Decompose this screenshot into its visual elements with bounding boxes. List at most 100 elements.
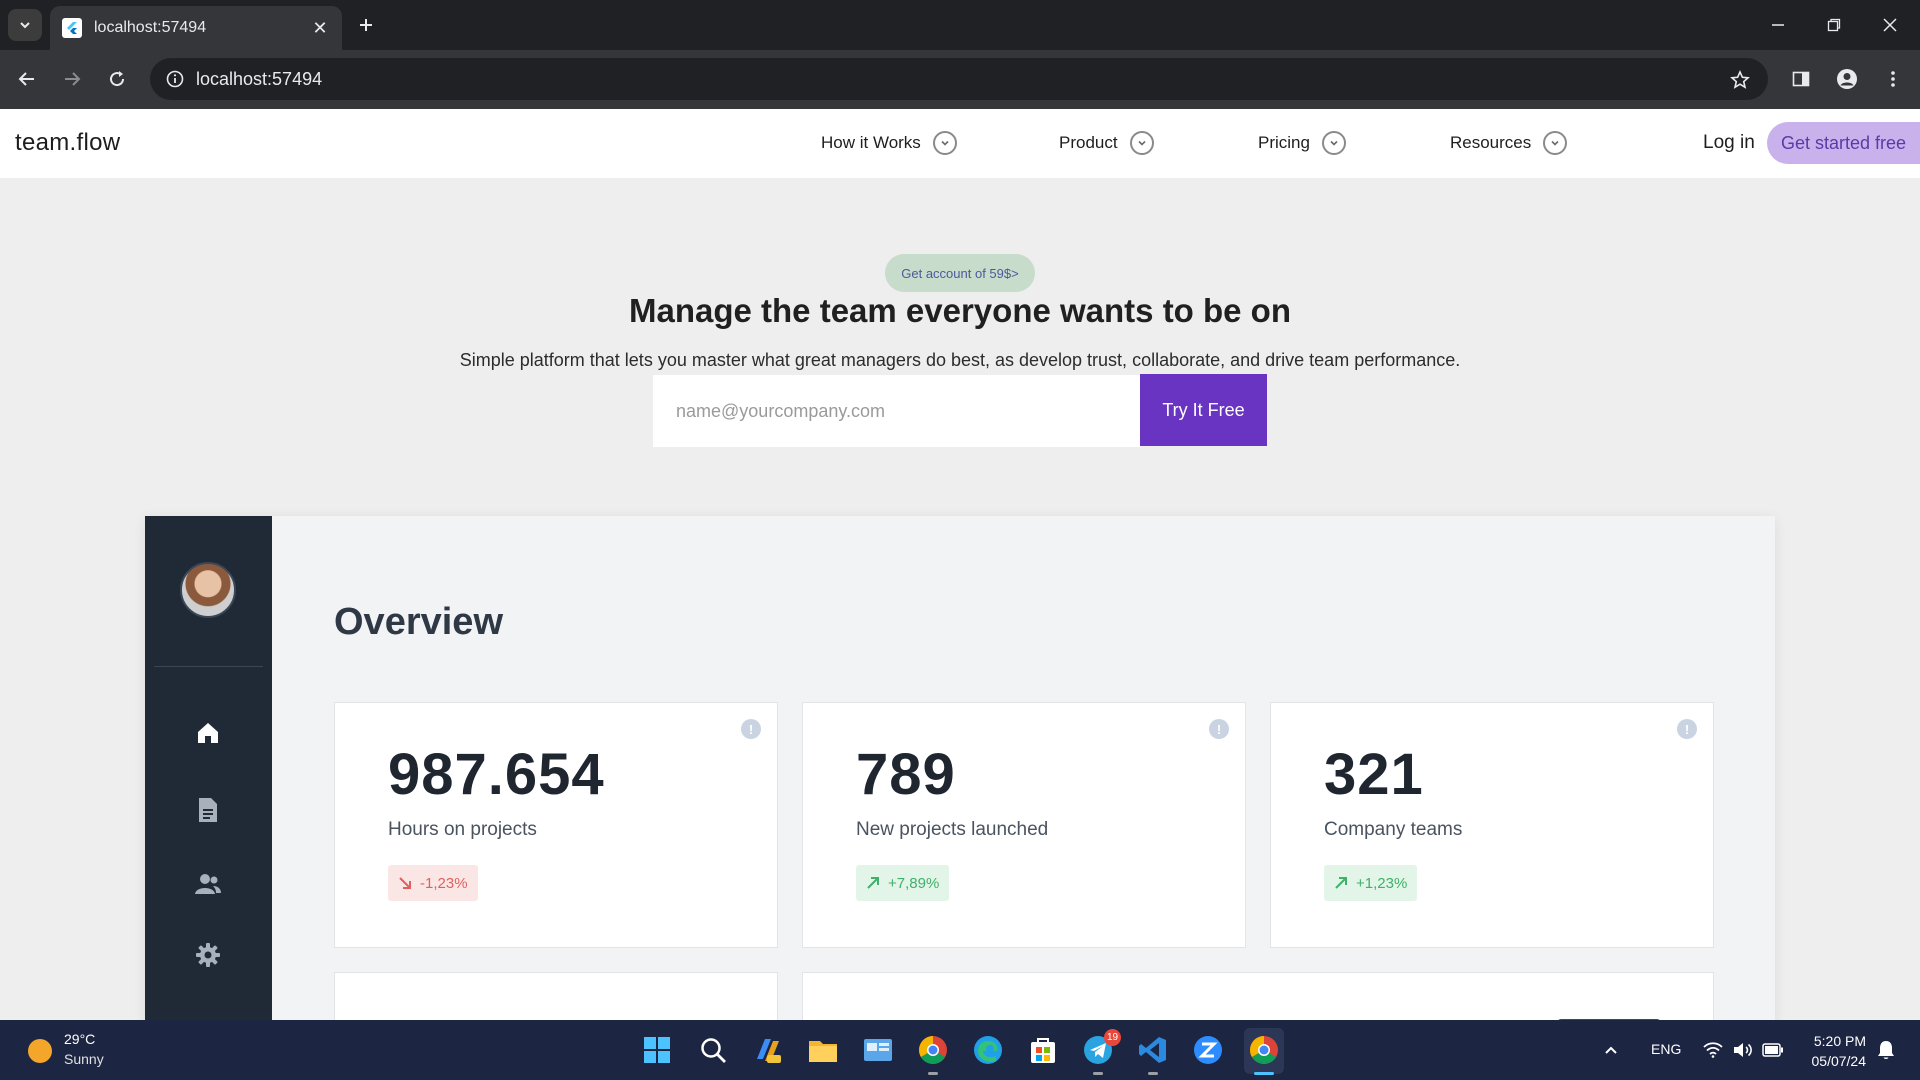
arrow-right-icon (65, 72, 81, 86)
weather-condition[interactable]: Sunny (64, 1051, 104, 1067)
nav-label: Pricing (1258, 133, 1310, 152)
file-explorer-icon[interactable] (806, 1033, 840, 1067)
avatar[interactable] (180, 562, 236, 618)
flutter-favicon-icon (62, 18, 82, 38)
browser-tab-bar: localhost:57494 ✕ (0, 0, 1920, 50)
show-hidden-icons-chevron-up-icon[interactable] (1601, 1033, 1621, 1067)
browser-toolbar: localhost:57494 (0, 50, 1920, 109)
stat-delta-badge: -1,23% (388, 865, 478, 901)
forward-button[interactable] (57, 64, 87, 94)
reload-button[interactable] (102, 64, 132, 94)
tab-search-button[interactable] (8, 9, 42, 41)
restore-button[interactable] (1821, 12, 1847, 38)
microsoft-store-icon[interactable] (1026, 1033, 1060, 1067)
back-button[interactable] (12, 64, 42, 94)
copilot-icon[interactable] (751, 1033, 785, 1067)
stat-card-hours: ! 987.654 Hours on projects -1,23% (334, 702, 778, 948)
chrome-icon[interactable] (916, 1033, 950, 1075)
nav-label: How it Works (821, 133, 921, 152)
browser-tab[interactable]: localhost:57494 ✕ (50, 6, 342, 50)
document-icon[interactable] (194, 796, 222, 824)
reload-icon (110, 71, 125, 87)
vscode-icon[interactable] (1136, 1033, 1170, 1075)
users-icon[interactable] (194, 870, 222, 898)
arrow-left-icon (18, 72, 34, 86)
clock-time: 5:20 PM (1813, 1033, 1866, 1049)
clock-date: 05/07/24 (1811, 1053, 1867, 1069)
arrow-down-right-icon (399, 877, 411, 889)
tab-close-icon[interactable]: ✕ (310, 18, 330, 39)
nav-resources[interactable]: Resources (1450, 131, 1568, 155)
home-icon[interactable] (194, 719, 222, 747)
restore-icon (1827, 18, 1841, 32)
search-icon[interactable] (696, 1033, 730, 1067)
browser-menu-button[interactable] (1878, 64, 1908, 94)
running-indicator (1093, 1072, 1103, 1075)
notification-badge: 19 (1104, 1029, 1121, 1046)
language-indicator[interactable]: ENG (1651, 1041, 1681, 1057)
lower-card-right (802, 972, 1714, 1020)
more-vertical-icon (1891, 71, 1895, 87)
stat-card-teams: ! 321 Company teams +1,23% (1270, 702, 1714, 948)
new-tab-button[interactable] (352, 11, 380, 39)
side-panel-button[interactable] (1786, 64, 1816, 94)
arrow-up-right-icon (1335, 877, 1347, 889)
zoom-icon[interactable] (1191, 1033, 1225, 1067)
address-bar[interactable]: localhost:57494 (150, 58, 1768, 100)
stat-value: 321 (1324, 742, 1424, 807)
volume-icon[interactable] (1732, 1033, 1754, 1067)
nav-product[interactable]: Product (1059, 131, 1154, 155)
wifi-icon[interactable] (1702, 1033, 1724, 1067)
promo-badge[interactable]: Get account of 59$> (885, 254, 1035, 292)
nav-label: Resources (1450, 133, 1532, 152)
edge-icon[interactable] (971, 1033, 1005, 1067)
address-url: localhost:57494 (196, 68, 323, 89)
tab-title: localhost:57494 (94, 19, 207, 36)
email-input[interactable] (653, 375, 1141, 447)
page-viewport: team.flow How it Works Product Pricing R… (0, 109, 1920, 1020)
close-window-button[interactable] (1877, 12, 1903, 38)
active-indicator (1254, 1072, 1274, 1075)
try-it-free-button[interactable]: Try It Free (1140, 374, 1267, 446)
minimize-button[interactable] (1765, 12, 1791, 38)
site-header: team.flow How it Works Product Pricing R… (0, 109, 1920, 178)
sidebar-divider (154, 666, 263, 667)
chrome-active-icon[interactable] (1247, 1033, 1281, 1075)
nav-pricing[interactable]: Pricing (1258, 131, 1346, 155)
weather-temperature[interactable]: 29°C (64, 1031, 95, 1047)
chevron-down-icon (20, 22, 30, 29)
taskbar: 29°C Sunny 19 ENG 5:20 PM 05/07/24 (0, 1020, 1920, 1080)
login-link[interactable]: Log in (1703, 132, 1755, 154)
stat-delta-badge: +7,89% (856, 865, 950, 901)
nav-label: Product (1059, 133, 1118, 152)
chevron-down-icon (932, 131, 957, 155)
stat-value: 987.654 (388, 742, 605, 807)
hero-subtitle: Simple platform that lets you master wha… (459, 350, 1461, 370)
plus-icon (360, 19, 372, 31)
bookmark-star-icon[interactable] (1728, 68, 1752, 92)
system-clock[interactable]: 5:20 PM 05/07/24 (1800, 1031, 1867, 1071)
profile-button[interactable] (1832, 64, 1862, 94)
hero-title: Manage the team everyone wants to be on (629, 292, 1291, 329)
info-icon[interactable]: ! (1209, 719, 1229, 739)
stat-label: Company teams (1324, 819, 1463, 840)
control-panel-icon[interactable] (861, 1033, 895, 1067)
stat-delta-value: -1,23% (420, 874, 468, 892)
sun-icon[interactable] (28, 1039, 52, 1063)
overview-title: Overview (334, 601, 503, 643)
get-started-button[interactable]: Get started free (1767, 122, 1920, 164)
telegram-icon[interactable]: 19 (1081, 1029, 1121, 1075)
chevron-down-icon (1543, 131, 1568, 155)
settings-icon[interactable] (194, 941, 222, 969)
info-icon[interactable]: ! (1677, 719, 1697, 739)
site-info-icon[interactable] (164, 68, 186, 90)
chevron-down-icon (1321, 131, 1346, 155)
windows-start-icon[interactable] (640, 1033, 674, 1067)
lower-card-left (334, 972, 778, 1020)
site-logo[interactable]: team.flow (15, 129, 120, 157)
side-panel-icon (1792, 71, 1810, 87)
notification-bell-icon[interactable] (1875, 1033, 1897, 1067)
battery-icon[interactable] (1762, 1033, 1784, 1067)
info-icon[interactable]: ! (741, 719, 761, 739)
nav-how-it-works[interactable]: How it Works (821, 131, 957, 155)
